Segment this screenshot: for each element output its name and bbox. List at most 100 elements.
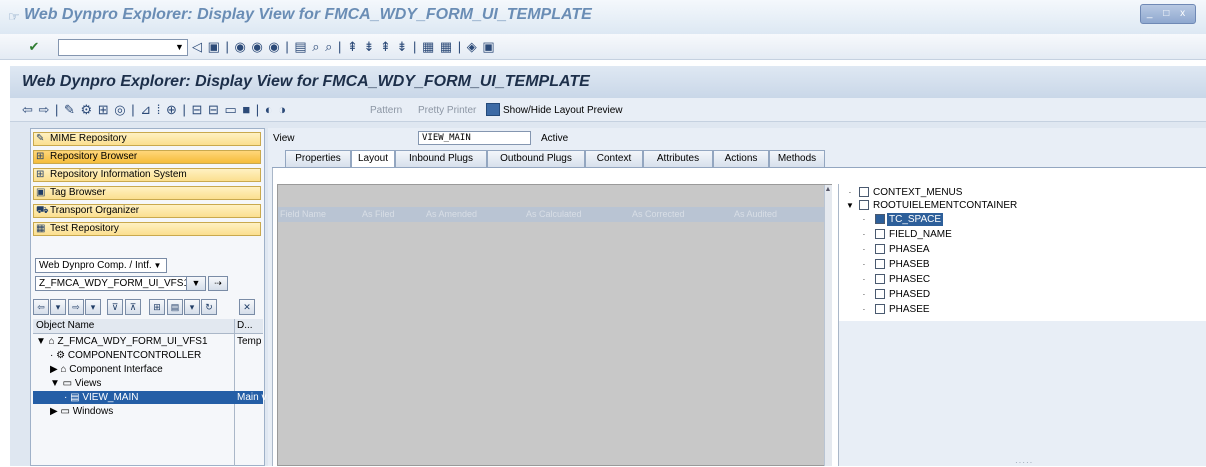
scroll-up-icon[interactable]: ▲ [824, 185, 832, 195]
tree-node-windows[interactable]: ▶ ▭ Windows [33, 405, 263, 418]
tree-node-componentcontroller[interactable]: · ⚙ COMPONENTCONTROLLER [33, 349, 263, 362]
list-icon[interactable]: ▤ [167, 299, 183, 315]
tab-inbound-plugs[interactable]: Inbound Plugs [395, 150, 487, 167]
tree-node-text: COMPONENTCONTROLLER [67, 350, 202, 361]
nav-label: MIME Repository [50, 133, 127, 144]
expand-collapse-icon[interactable]: · [859, 213, 869, 226]
element-label: PHASEA [889, 244, 930, 255]
tab-attributes[interactable]: Attributes [643, 150, 713, 167]
expand-collapse-icon[interactable]: · [859, 258, 869, 271]
expand-icon[interactable]: ⊼ [125, 299, 141, 315]
back-dropdown-icon[interactable]: ▾ [50, 299, 66, 315]
tree-node-view-main[interactable]: · ▤ VIEW_MAIN Main v [33, 391, 266, 404]
column-as-corrected: As Corrected [632, 209, 685, 219]
list-dropdown-icon[interactable]: ▾ [184, 299, 200, 315]
object-dropdown-button[interactable]: ▼ [186, 276, 206, 291]
transport-truck-icon: ⛟ [36, 205, 49, 216]
expand-collapse-icon[interactable]: · [859, 243, 869, 256]
expand-collapse-icon[interactable]: ▼ [845, 199, 855, 212]
column-description[interactable]: D... [237, 319, 253, 333]
element-label: FIELD_NAME [889, 229, 952, 240]
pattern-button[interactable]: Pattern [370, 105, 402, 116]
tree-node-text: Views [74, 378, 102, 389]
tree-node-label: ▶ ▭ Windows [50, 405, 113, 418]
refresh-icon[interactable]: ↻ [201, 299, 217, 315]
expand-collapse-icon[interactable]: ▶ ▭ [50, 406, 73, 417]
tree-node-label: · ⚙ COMPONENTCONTROLLER [50, 349, 201, 362]
tree-node-component-interface[interactable]: ▶ ⌂ Component Interface [33, 363, 263, 376]
close-icon[interactable]: ✕ [239, 299, 255, 315]
nav-test-repository[interactable]: ▦ Test Repository [33, 222, 261, 236]
tree-node-label: ▼ ⌂ Z_FMCA_WDY_FORM_UI_VFS1 [36, 335, 208, 348]
tab-methods[interactable]: Methods [769, 150, 825, 167]
mime-repository-icon: ✎ [36, 133, 45, 144]
vertical-scrollbar[interactable] [824, 185, 832, 466]
back-arrow-icon[interactable]: ⇦ [33, 299, 49, 315]
nav-transport-organizer[interactable]: ⛟ Transport Organizer [33, 204, 261, 218]
tab-layout[interactable]: Layout [351, 150, 395, 168]
view-name-field[interactable]: VIEW_MAIN [418, 131, 531, 145]
expand-collapse-icon[interactable]: · [859, 288, 869, 301]
nav-tag-browser[interactable]: ▣ Tag Browser [33, 186, 261, 200]
page-title: Web Dynpro Explorer: Display View for FM… [22, 73, 590, 90]
tab-properties[interactable]: Properties [285, 150, 351, 167]
display-object-button[interactable]: ⇢ [208, 276, 228, 291]
test-repository-icon: ▦ [36, 223, 46, 234]
standard-toolbar-icons[interactable]: ◁ ▣ | ◉ ◉ ◉ | ▤ ⌕ ⌕ | ⇞ ⇟ ⇞ ⇟ | ▦ ▦ | ◈ … [192, 39, 496, 57]
tab-actions[interactable]: Actions [713, 150, 769, 167]
view-icon: · ▤ [64, 392, 83, 403]
layout-preview-icon[interactable] [486, 103, 500, 116]
column-as-calculated: As Calculated [526, 209, 582, 219]
expand-collapse-icon[interactable]: · [859, 273, 869, 286]
window-controls[interactable]: _ □ x [1140, 4, 1196, 24]
element-icon [875, 229, 885, 239]
expand-collapse-icon[interactable]: ▶ ⌂ [50, 364, 69, 375]
application-toolbar-icons[interactable]: ⇦ ⇨ | ✎ ⚙ ⊞ ◎ | ⊿ ⁞ ⊕ | ⊟ ⊟ ▭ ■ | ◐ ◑ [22, 102, 287, 118]
element-icon [875, 259, 885, 269]
tag-browser-icon: ▣ [36, 187, 46, 198]
hierarchy-icon[interactable]: ⊞ [149, 299, 165, 315]
enter-icon[interactable]: ✔ [26, 39, 42, 55]
tree-node-text: VIEW_MAIN [82, 392, 139, 403]
nav-label: Repository Information System [50, 169, 187, 180]
chevron-down-icon[interactable]: ▼ [150, 259, 165, 272]
object-name-input[interactable]: Z_FMCA_WDY_FORM_UI_VFS1 [35, 276, 205, 291]
layout-preview[interactable] [277, 184, 832, 466]
information-system-icon: ⊞ [36, 169, 45, 180]
column-object-name[interactable]: Object Name [36, 319, 94, 333]
element-icon [859, 200, 869, 210]
nav-label: Test Repository [50, 223, 119, 234]
column-as-audited: As Audited [734, 209, 778, 219]
command-field[interactable] [58, 39, 188, 56]
tree-node-label: ▶ ⌂ Component Interface [50, 363, 163, 376]
nav-label: Repository Browser [50, 151, 138, 162]
expand-collapse-icon[interactable]: · [859, 228, 869, 241]
object-type-select[interactable]: Web Dynpro Comp. / Intf. [35, 258, 167, 273]
forward-dropdown-icon[interactable]: ▾ [85, 299, 101, 315]
element-label: PHASEC [889, 274, 931, 285]
element-icon [875, 304, 885, 314]
nav-mime-repository[interactable]: ✎ MIME Repository [33, 132, 261, 146]
tree-toolbar: ⇦ ▾ ⇨ ▾ ⊽ ⊼ ⊞ ▤ ▾ ↻ ✕ [33, 299, 261, 317]
show-hide-layout-preview-button[interactable]: Show/Hide Layout Preview [503, 105, 623, 116]
tab-outbound-plugs[interactable]: Outbound Plugs [487, 150, 585, 167]
forward-arrow-icon[interactable]: ⇨ [68, 299, 84, 315]
nav-repository-browser[interactable]: ⊞ Repository Browser [33, 150, 261, 164]
tree-node-label: ▼ ▭ Views [50, 377, 101, 390]
tree-node-views[interactable]: ▼ ▭ Views [33, 377, 263, 390]
nav-repository-information-system[interactable]: ⊞ Repository Information System [33, 168, 261, 182]
window-menu-icon[interactable]: ☞ [8, 9, 20, 25]
tree-node-component[interactable]: ▼ ⌂ Z_FMCA_WDY_FORM_UI_VFS1 Temp [33, 335, 263, 348]
tree-node-text: Windows [72, 406, 114, 417]
expand-collapse-icon[interactable]: · [859, 303, 869, 316]
expand-collapse-icon[interactable]: ▼ ▭ [50, 378, 75, 389]
pretty-printer-button[interactable]: Pretty Printer [418, 105, 476, 116]
command-history-dropdown[interactable]: ▼ [172, 40, 187, 55]
tab-context[interactable]: Context [585, 150, 643, 167]
window-title: Web Dynpro Explorer: Display View for FM… [24, 6, 592, 23]
element-icon [875, 274, 885, 284]
element-icon [859, 187, 869, 197]
collapse-icon[interactable]: ⊽ [107, 299, 123, 315]
expand-collapse-icon[interactable]: · [845, 186, 855, 199]
expand-collapse-icon[interactable]: ▼ ⌂ [36, 336, 58, 347]
